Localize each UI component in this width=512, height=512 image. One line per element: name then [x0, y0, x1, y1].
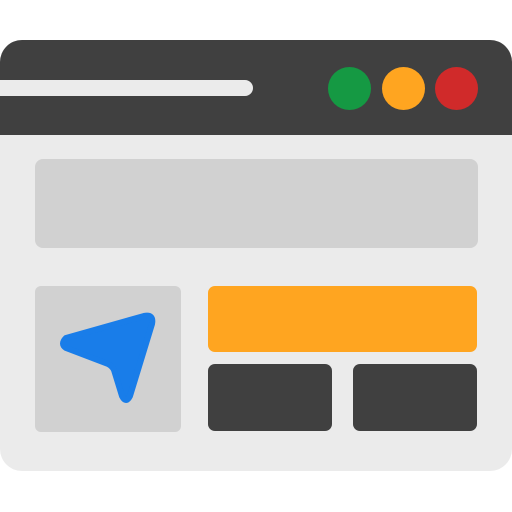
- close-button[interactable]: [435, 67, 478, 110]
- maximize-button[interactable]: [328, 67, 371, 110]
- banner-placeholder: [35, 159, 478, 248]
- image-tile[interactable]: [35, 286, 181, 432]
- browser-window: [0, 40, 512, 471]
- content-block-left[interactable]: [208, 364, 332, 431]
- address-bar[interactable]: [0, 80, 253, 96]
- navigation-arrow-icon: [60, 312, 156, 403]
- title-bar: [0, 40, 512, 135]
- highlight-bar[interactable]: [208, 286, 477, 352]
- content-block-right[interactable]: [353, 364, 477, 431]
- minimize-button[interactable]: [382, 67, 425, 110]
